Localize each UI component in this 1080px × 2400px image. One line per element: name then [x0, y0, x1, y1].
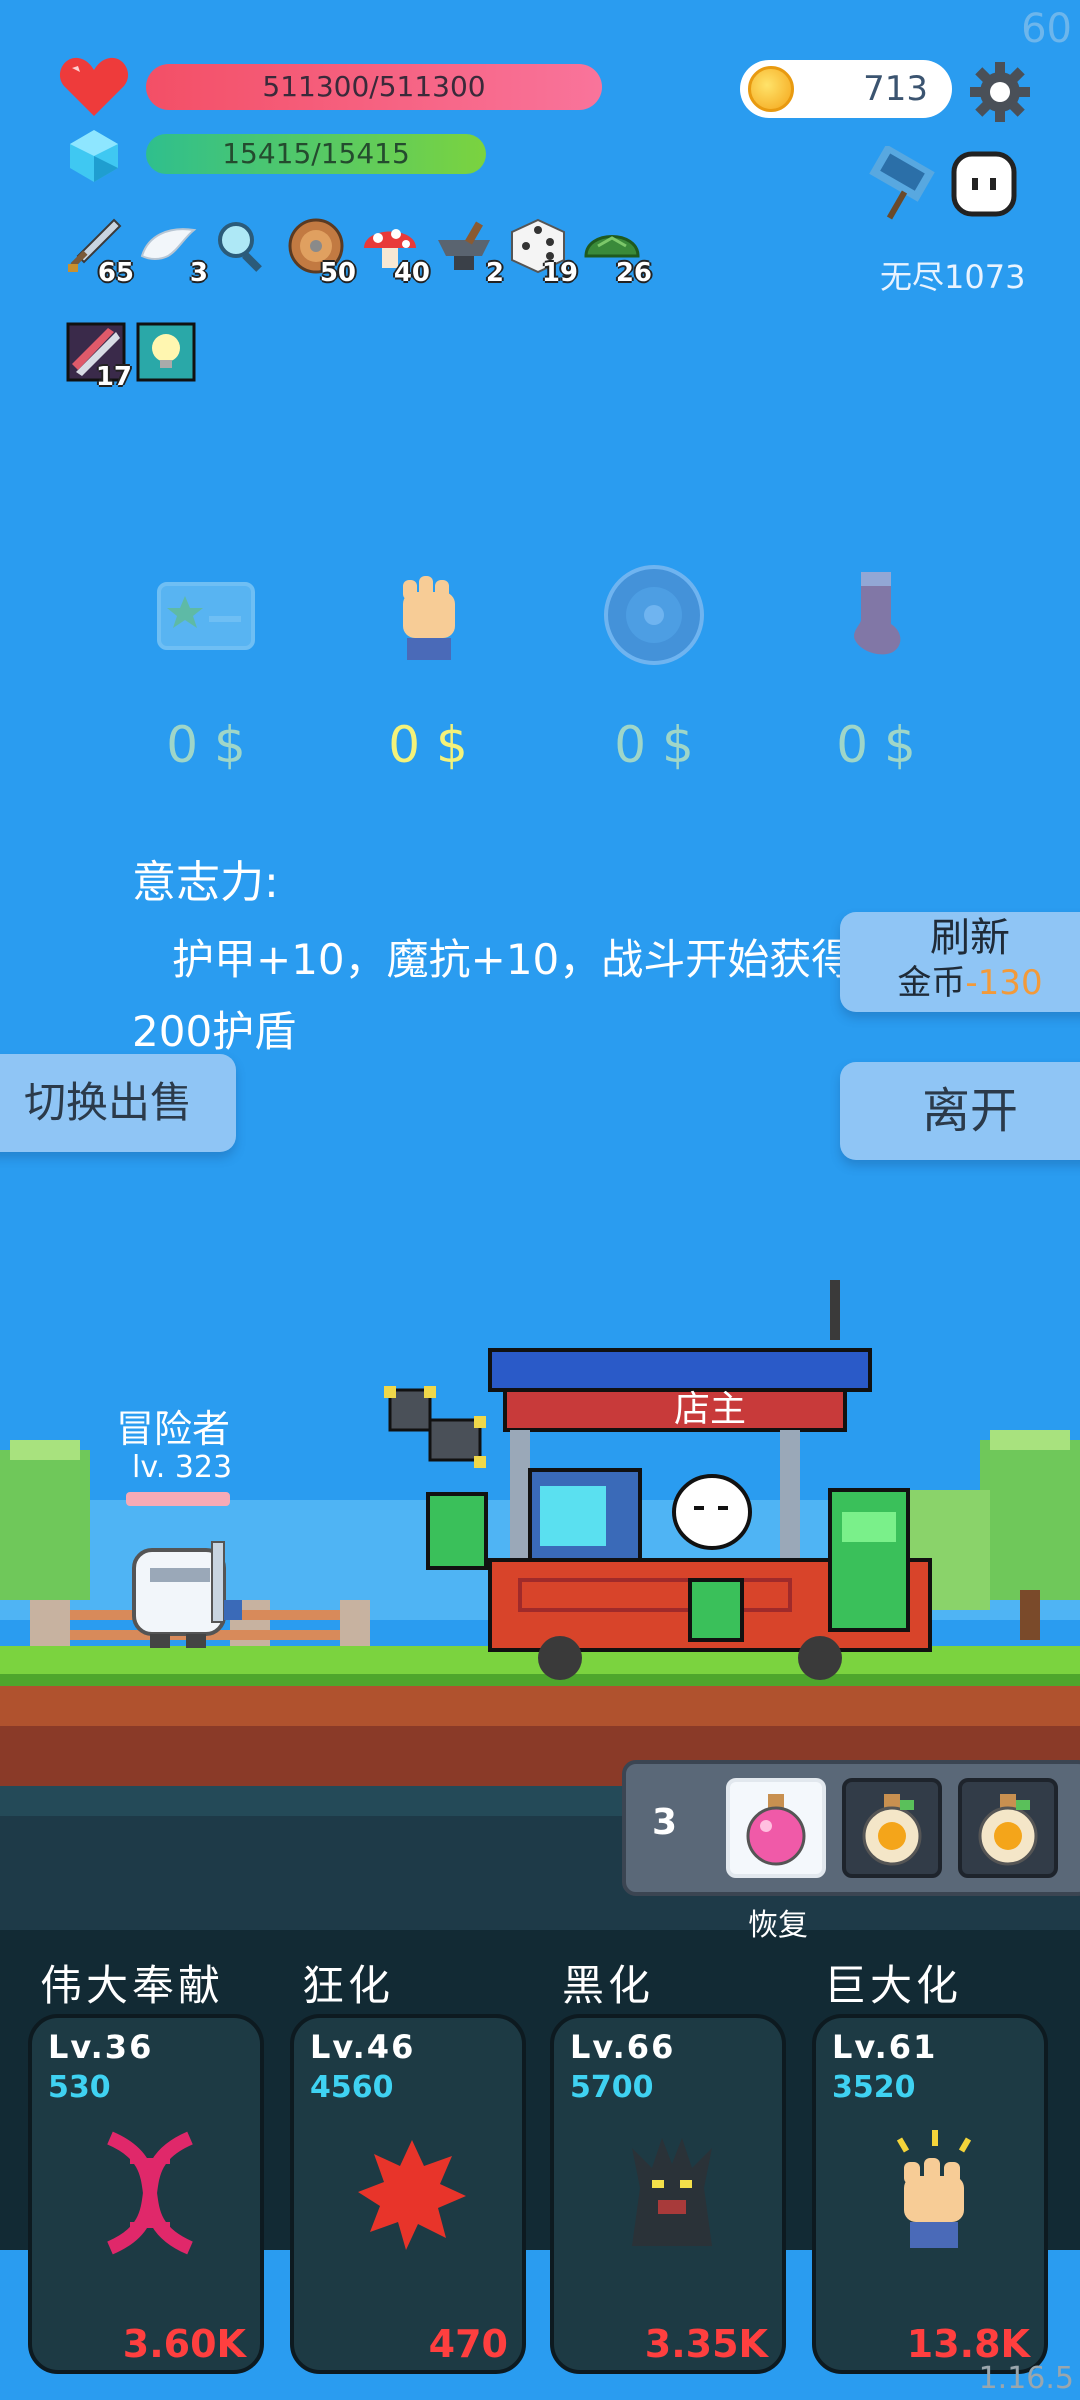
- lightbulb-icon: [136, 322, 196, 382]
- clock-potion-icon: [862, 1794, 922, 1866]
- fps-counter: 60: [1021, 6, 1072, 52]
- skill-level: Lv.61: [832, 2028, 938, 2066]
- sock-icon: [854, 572, 901, 655]
- shop-item[interactable]: 0 $: [126, 560, 286, 774]
- shop-item-price: 0 $: [614, 716, 694, 774]
- adventurer-hp-bar: [126, 1492, 230, 1506]
- skill-value: 530: [48, 2070, 111, 2105]
- fist-icon: [403, 576, 455, 660]
- skill-card[interactable]: Lv.66 5700 3.35K: [550, 2014, 786, 2374]
- skill-cost: 3.35K: [644, 2322, 768, 2366]
- tree-left: [0, 1440, 90, 1600]
- coin-counter: 713: [740, 60, 952, 118]
- skill-level: Lv.46: [310, 2028, 416, 2066]
- refresh-cost: 金币-130: [897, 963, 1043, 1003]
- inventory-item[interactable]: 19: [504, 212, 578, 292]
- relic-row: 17: [64, 320, 198, 392]
- clock-potion-icon: [978, 1794, 1038, 1866]
- dark-tree-icon: [632, 2138, 712, 2246]
- pink-potion-icon: [746, 1794, 806, 1866]
- inventory-item[interactable]: 65: [60, 212, 134, 292]
- blood-splat-icon: [358, 2140, 466, 2250]
- shop-owner-label: 店主: [674, 1389, 747, 1430]
- skill-value: 5700: [570, 2070, 654, 2105]
- switch-sell-button[interactable]: 切换出售: [0, 1054, 236, 1152]
- mp-bar: 15415/15415: [146, 134, 486, 174]
- version-label: 1.16.5: [978, 2361, 1074, 2396]
- inventory-item[interactable]: 40: [356, 212, 430, 292]
- endless-flag-icon: [869, 146, 935, 220]
- relic-item[interactable]: 17: [64, 320, 132, 392]
- shop-item-price: 0 $: [388, 716, 468, 774]
- skill-card[interactable]: Lv.36 530 3.60K: [28, 2014, 264, 2374]
- refresh-button[interactable]: 刷新 金币-130: [840, 912, 1080, 1012]
- skill-level: Lv.66: [570, 2028, 676, 2066]
- shop-item[interactable]: 0 $: [796, 560, 956, 774]
- inventory-item[interactable]: 3: [134, 212, 208, 292]
- skill-name: 狂化: [302, 1961, 395, 2010]
- potion-panel: 3: [622, 1760, 1080, 1896]
- leave-button[interactable]: 离开: [840, 1062, 1080, 1160]
- shop-item[interactable]: 0 $: [348, 560, 508, 774]
- skill-name: 巨大化: [824, 1961, 963, 2010]
- skill-card[interactable]: Lv.46 4560 470: [290, 2014, 526, 2374]
- skill-value: 3520: [832, 2070, 916, 2105]
- mana-gem-icon: [70, 130, 118, 182]
- skill-cost: 13.8K: [906, 2322, 1030, 2366]
- skill-name: 黑化: [562, 1961, 655, 2010]
- potion-slot-recover[interactable]: [726, 1778, 826, 1878]
- skill-level: Lv.36: [48, 2028, 154, 2066]
- gear-icon[interactable]: [968, 60, 1032, 124]
- dna-icon: [107, 2131, 193, 2255]
- skill-value: 4560: [310, 2070, 394, 2105]
- skill-cost: 470: [428, 2322, 508, 2366]
- potion-count: 3: [652, 1802, 678, 1843]
- hp-bar: 511300/511300: [146, 64, 602, 110]
- item-description-title: 意志力:: [132, 857, 279, 908]
- inventory-row: 65 3 50 40 2 19 26: [60, 212, 652, 302]
- inventory-item[interactable]: 26: [578, 212, 652, 292]
- hp-text: 511300/511300: [262, 70, 486, 103]
- mp-text: 15415/15415: [222, 137, 410, 170]
- endless-level-label: 无尽1073: [880, 258, 1026, 296]
- inventory-item[interactable]: 2: [430, 212, 504, 292]
- skill-card[interactable]: Lv.61 3520 13.8K: [812, 2014, 1048, 2374]
- adventurer-level: lv. 323: [132, 1450, 233, 1485]
- heart-icon: [59, 57, 129, 116]
- shop-item[interactable]: 0 $: [574, 560, 734, 774]
- relic-item[interactable]: [134, 320, 198, 384]
- potion-slot[interactable]: [958, 1778, 1058, 1878]
- potion-label: 恢复: [748, 1908, 808, 1943]
- ghost-pet-icon[interactable]: [948, 148, 1020, 220]
- coin-icon: [748, 66, 794, 112]
- inventory-item[interactable]: 50: [282, 212, 356, 292]
- inventory-item[interactable]: [208, 212, 280, 292]
- shop-item-price: 0 $: [836, 716, 916, 774]
- fist-icon: [896, 2130, 972, 2248]
- magnifier-icon: [218, 222, 262, 272]
- round-shield-icon: [604, 565, 704, 665]
- skill-cost: 3.60K: [122, 2322, 246, 2366]
- shop-item-price: 0 $: [166, 716, 246, 774]
- skill-name: 伟大奉献: [40, 1961, 225, 2010]
- coin-value: 713: [863, 69, 928, 109]
- item-description-body: 护甲+10，魔抗+10，战斗开始获得200护盾: [132, 935, 854, 1056]
- adventurer-name: 冒险者: [116, 1407, 231, 1451]
- potion-slot[interactable]: [842, 1778, 942, 1878]
- refresh-label: 刷新: [930, 915, 1010, 961]
- star-card-icon: [157, 582, 255, 650]
